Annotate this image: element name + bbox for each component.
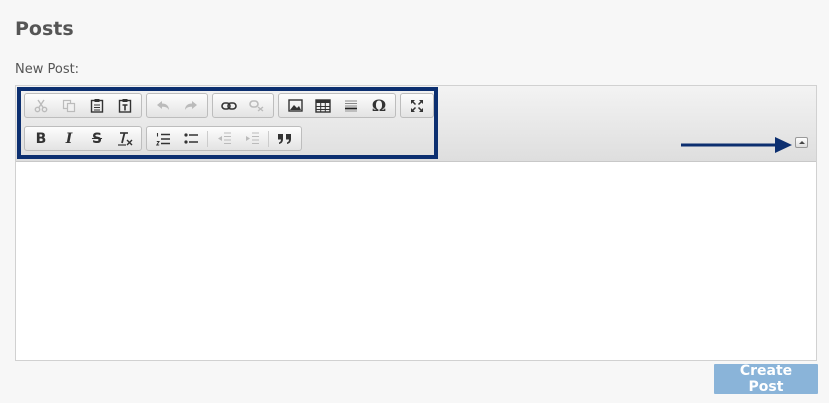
pointer-arrow-icon <box>681 137 792 153</box>
editor-toolbar-area: Ω B I S <box>16 86 816 162</box>
rich-text-editor: Ω B I S <box>15 85 817 361</box>
editor-content-area[interactable] <box>16 162 816 360</box>
create-post-button[interactable]: Create Post <box>714 363 818 395</box>
new-post-label: New Post: <box>15 62 80 77</box>
collapse-toolbar-button[interactable] <box>795 137 808 148</box>
page-title: Posts <box>15 18 74 40</box>
toolbar-highlight-box <box>17 87 438 159</box>
